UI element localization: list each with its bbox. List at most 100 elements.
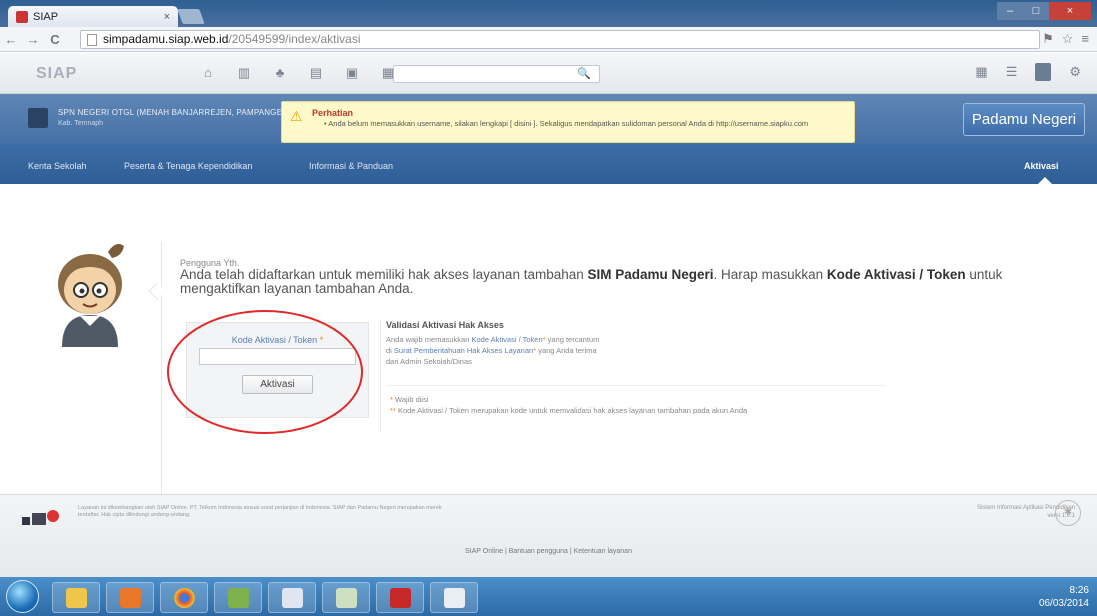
validation-instructions: Anda wajib memasukkan Kode Aktivasi / To…: [386, 334, 716, 367]
info-divider: [380, 320, 381, 432]
menu-item-kenta-sekolah[interactable]: Kenta Sekolah: [28, 161, 87, 171]
window-controls: – □ ×: [997, 2, 1091, 20]
siap-toolbar-icons: ⌂ ▥ ♣ ▤ ▣ ▦: [200, 65, 396, 81]
notice-title: Perhatian: [312, 108, 354, 118]
menu-item-peserta[interactable]: Peserta & Tenaga Kependidikan: [124, 161, 252, 171]
start-button[interactable]: [6, 580, 39, 613]
school-location: Kab. Temnaph: [58, 120, 104, 127]
telkom-logo: [22, 510, 59, 525]
validation-heading: Validasi Aktivasi Hak Akses: [386, 320, 504, 330]
taskbar-media-player[interactable]: [106, 582, 154, 613]
siap-toolbar-right: ▦ ☰ ⚙: [975, 63, 1081, 81]
taskbar-app-4[interactable]: [214, 582, 262, 613]
tab-close-icon[interactable]: ×: [164, 11, 170, 23]
pdf-icon: [390, 588, 411, 608]
minimize-button[interactable]: –: [997, 2, 1023, 20]
browser-toolbar: ← → C simpadamu.siap.web.id/20549599/ind…: [0, 27, 1097, 52]
taskbar-acrobat[interactable]: [376, 582, 424, 613]
forward-button[interactable]: →: [22, 32, 44, 47]
close-window-button[interactable]: ×: [1049, 2, 1091, 20]
chrome-menu-icon[interactable]: ≡: [1081, 31, 1089, 47]
seal-icon: ✱: [1055, 500, 1081, 526]
page-icon: [87, 34, 97, 46]
footer-links[interactable]: SIAP Online | Bantuan pengguna | Ketentu…: [0, 548, 1097, 555]
menu-item-informasi[interactable]: Informasi & Panduan: [309, 161, 393, 171]
menu-item-aktivasi[interactable]: Aktivasi: [1024, 161, 1059, 171]
apps-grid-icon[interactable]: ▦: [975, 64, 987, 80]
clock-time: 8:26: [1069, 585, 1089, 596]
message-kode-aktivasi: Kode Aktivasi / Token: [826, 267, 966, 282]
browser-tab[interactable]: SIAP ×: [8, 6, 178, 27]
app-icon: [228, 588, 249, 608]
message-sim-padamu: SIM Padamu Negeri: [587, 267, 714, 282]
browser-toolbar-right: ⚑ ☆ ≡: [1042, 31, 1089, 47]
taskbar-explorer[interactable]: [52, 582, 100, 613]
folder-icon: [66, 588, 87, 608]
line2-link: Surat Pemberitahuan Hak Akses Layanan: [393, 346, 534, 355]
search-icon[interactable]: 🔍: [577, 67, 591, 80]
taskbar-chrome[interactable]: [160, 582, 208, 613]
mascot-illustration: [58, 244, 124, 347]
annotation-red-circle: [167, 310, 363, 434]
footer-disclaimer: Layanan ini dikembangkan oleh SIAP Onlin…: [78, 505, 442, 518]
media-player-icon: [120, 588, 141, 608]
taskbar-app-8[interactable]: [430, 582, 478, 613]
app-icon: [282, 588, 303, 608]
system-tray-clock[interactable]: 8:26 06/03/2014: [1003, 584, 1089, 610]
school-name: SPN NEGERI OTGL (MENAH BANJARREJEN, PAMP…: [58, 108, 290, 117]
bubble-border: [161, 242, 162, 502]
list-icon[interactable]: ☰: [1006, 64, 1018, 80]
note-token: ** Kode Aktivasi / Token merupakan kode …: [390, 405, 747, 416]
line1-pre: Anda wajib memasukkan: [386, 335, 472, 344]
home-icon[interactable]: ⌂: [200, 65, 216, 81]
siap-search-input[interactable]: 🔍: [393, 65, 600, 83]
back-button[interactable]: ←: [0, 32, 22, 47]
bookmark-star-icon[interactable]: ☆: [1062, 31, 1074, 47]
active-menu-caret: [1038, 177, 1052, 184]
siap-logo[interactable]: SIAP: [36, 65, 77, 83]
url-path: /20549599/index/aktivasi: [228, 32, 361, 46]
reload-button[interactable]: C: [44, 32, 66, 47]
translate-icon[interactable]: ⚑: [1042, 31, 1054, 47]
siap-toolbar: SIAP ⌂ ▥ ♣ ▤ ▣ ▦ 🔍 ▦ ☰ ⚙: [0, 53, 1097, 94]
line1-post: yang tercantum: [545, 335, 600, 344]
notice-body: • Anda belum memasukkan username, silaka…: [324, 119, 809, 128]
new-tab-button[interactable]: [177, 9, 205, 24]
taskbar-app-6[interactable]: [322, 582, 370, 613]
message-text-2: . Harap masukkan: [713, 267, 827, 282]
taskbar-app-5[interactable]: [268, 582, 316, 613]
tab-title: SIAP: [33, 10, 59, 23]
settings-gear-icon[interactable]: ⚙: [1069, 64, 1081, 80]
padamu-negeri-button[interactable]: Padamu Negeri: [963, 103, 1085, 136]
note-token-mark: **: [390, 406, 396, 415]
line2-pre: di: [386, 346, 394, 355]
user-avatar[interactable]: [1035, 63, 1052, 81]
form-notes: * Wajib diisi ** Kode Aktivasi / Token m…: [390, 394, 747, 416]
browser-tab-strip: SIAP × – □ ×: [0, 0, 1097, 27]
maximize-button[interactable]: □: [1023, 2, 1049, 20]
app-icon: [444, 588, 465, 608]
note-required-text: Wajib diisi: [395, 395, 429, 404]
app-icon: [336, 588, 357, 608]
chrome-icon: [174, 588, 195, 608]
warning-icon: ⚠: [290, 108, 303, 124]
clock-date: 06/03/2014: [1038, 598, 1089, 609]
validation-line-3: dari Admin Sekolah/Dinas: [386, 357, 472, 366]
notes-divider: [386, 385, 886, 386]
address-bar[interactable]: simpadamu.siap.web.id/20549599/index/akt…: [80, 30, 1040, 49]
line2-post: yang Anda terima: [536, 346, 597, 355]
building-icon[interactable]: ▤: [308, 65, 324, 81]
activation-message: Anda telah didaftarkan untuk memiliki ha…: [180, 268, 1060, 296]
chart-icon[interactable]: ▥: [236, 65, 252, 81]
note-required-mark: *: [390, 395, 393, 404]
document-icon[interactable]: ▣: [344, 65, 360, 81]
siap-favicon-icon: [16, 10, 28, 23]
note-token-text: Kode Aktivasi / Token merupakan kode unt…: [397, 406, 748, 415]
note-required: * Wajib diisi: [390, 394, 747, 405]
validation-line-1: Anda wajib memasukkan Kode Aktivasi / To…: [386, 334, 716, 345]
validation-line-2: di Surat Pemberitahuan Hak Akses Layanan…: [386, 345, 716, 356]
line1-link: Kode Aktivasi / Token: [471, 335, 543, 344]
message-text-1: Anda telah didaftarkan untuk memiliki ha…: [180, 267, 588, 282]
users-icon[interactable]: ♣: [272, 65, 288, 81]
school-identity: SPN NEGERI OTGL (MENAH BANJARREJEN, PAMP…: [28, 108, 290, 128]
